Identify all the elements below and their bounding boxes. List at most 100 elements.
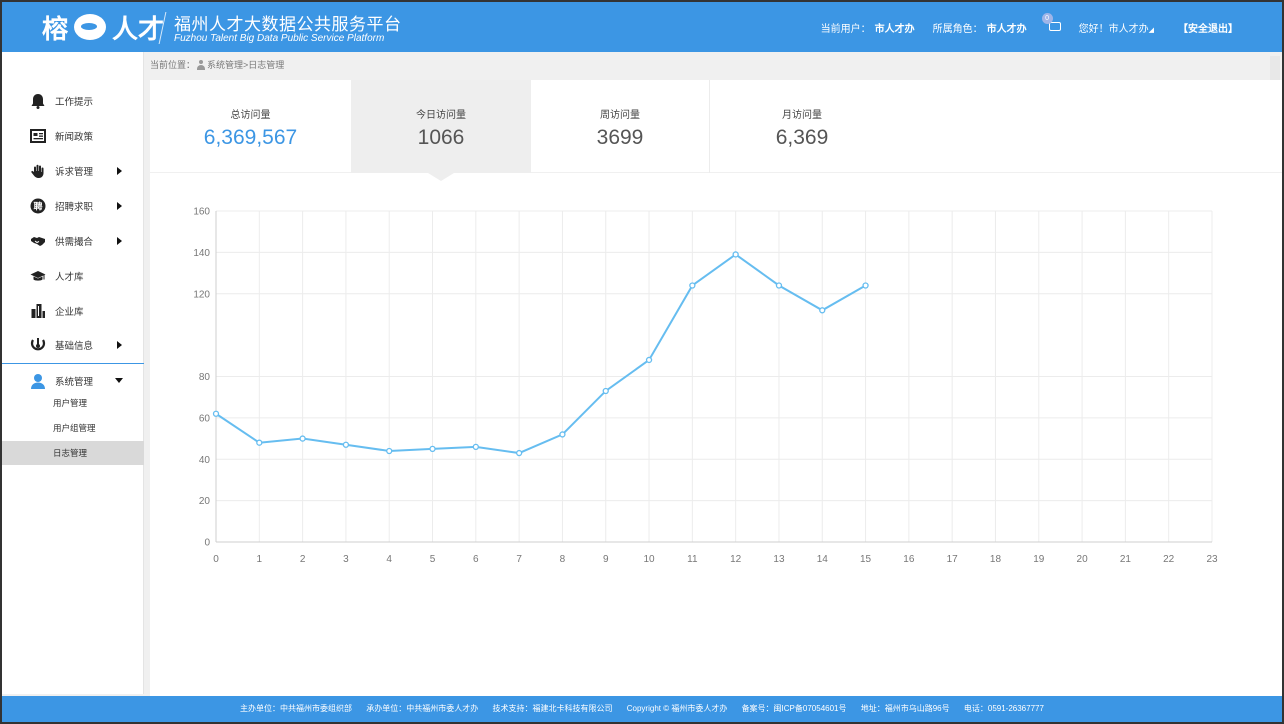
hand-icon: [30, 163, 46, 179]
stat-total-visits[interactable]: 总访问量 6,369,567: [150, 80, 351, 173]
x-tick-label: 10: [643, 554, 655, 565]
chevron-right-icon: [117, 202, 122, 210]
x-tick-label: 23: [1206, 554, 1218, 565]
person-icon: [196, 59, 206, 70]
footer: 主办单位：中共福州市委组织部 承办单位：中共福州市委人才办 技术支持：福建北卡科…: [2, 696, 1282, 722]
y-tick-label: 80: [199, 372, 211, 383]
sidebar: 工作提示 新闻政策 诉求管理 聘 招聘求职 供需撮合 人才库 企业库 基础信息 …: [2, 52, 144, 694]
handshake-icon: [30, 233, 46, 249]
breadcrumb: 当前位置： 系统管理>日志管理: [150, 58, 284, 71]
sidebar-subitem-user-group-management[interactable]: 用户组管理: [2, 416, 144, 440]
x-tick-label: 11: [687, 554, 698, 565]
stat-value: 6,369: [775, 126, 829, 149]
data-point: [559, 431, 566, 438]
sidebar-item-news-policy[interactable]: 新闻政策: [2, 119, 144, 153]
data-point: [602, 387, 609, 395]
chevron-right-icon: [117, 237, 122, 245]
top-header: 榕 人才 福州人才大数据公共服务平台 Fuzhou Talent Big Dat…: [2, 2, 1282, 52]
sidebar-subitem-log-management[interactable]: 日志管理: [2, 441, 144, 465]
building-icon: [30, 303, 46, 319]
sidebar-item-supply-demand[interactable]: 供需撮合: [2, 224, 144, 258]
stat-week-visits[interactable]: 周访问量 3699: [531, 80, 709, 173]
chevron-right-icon: [117, 341, 122, 349]
bell-icon: [30, 93, 46, 109]
footer-phone: 电话：0591-26367777: [963, 704, 1044, 713]
stat-value: 6,369,567: [203, 126, 298, 149]
sidebar-item-basic-info[interactable]: 基础信息: [2, 328, 144, 362]
graduation-cap-icon: [30, 268, 46, 284]
sidebar-subitem-user-management[interactable]: 用户管理: [2, 391, 144, 415]
stat-today-visits[interactable]: 今日访问量 1066: [351, 80, 531, 181]
logo-e-mark: [74, 14, 107, 40]
x-tick-label: 20: [1077, 554, 1089, 565]
sidebar-item-talent-pool[interactable]: 人才库: [2, 259, 144, 293]
stat-label: 月访问量: [782, 110, 822, 121]
y-tick-label: 20: [199, 496, 211, 507]
stat-value: 1066: [417, 126, 465, 149]
sidebar-item-label: 企业库: [55, 307, 84, 318]
x-tick-label: 0: [213, 554, 219, 565]
breadcrumb-prefix: 当前位置：: [150, 60, 196, 70]
sidebar-subitem-label: 用户管理: [53, 398, 88, 408]
site-logo[interactable]: 榕 人才: [42, 10, 164, 45]
footer-copyright: Copyright © 福州市委人才办: [626, 704, 728, 713]
platform-subtitle: Fuzhou Talent Big Data Public Service Pl…: [174, 33, 385, 44]
message-icon: [1048, 22, 1061, 31]
x-tick-label: 18: [990, 554, 1002, 565]
sidebar-item-label: 诉求管理: [55, 167, 94, 178]
logout-link[interactable]: 【安全退出】: [1178, 20, 1238, 35]
sidebar-item-label: 系统管理: [55, 376, 94, 388]
current-user-label: 当前用户：: [820, 23, 871, 35]
x-tick-label: 17: [947, 554, 959, 565]
message-button[interactable]: 0: [1041, 13, 1065, 35]
x-tick-label: 6: [473, 554, 479, 565]
sidebar-item-label: 工作提示: [55, 97, 94, 108]
stats-row: 总访问量 6,369,567 今日访问量 1066 周访问量 3699 月访问量…: [150, 80, 1282, 181]
greeting-text: 您好！市人才办: [1078, 23, 1149, 35]
x-tick-label: 16: [903, 554, 915, 565]
role-value: 市人才办: [986, 23, 1027, 35]
footer-host: 主办单位：中共福州市委组织部: [240, 704, 353, 713]
x-tick-label: 2: [300, 554, 306, 565]
stat-value: 3699: [596, 126, 644, 149]
user-menu[interactable]: 您好！市人才办◢: [1079, 20, 1154, 35]
svg-text:聘: 聘: [33, 201, 42, 213]
stat-month-visits[interactable]: 月访问量 6,369: [710, 80, 894, 173]
main-panel: 总访问量 6,369,567 今日访问量 1066 周访问量 3699 月访问量…: [150, 80, 1282, 696]
data-point: [342, 441, 350, 448]
x-tick-label: 12: [730, 554, 742, 565]
sidebar-subitem-label: 用户组管理: [53, 423, 96, 433]
sidebar-item-work-tips[interactable]: 工作提示: [2, 84, 144, 118]
x-tick-label: 13: [773, 554, 785, 565]
platform-title: 福州人才大数据公共服务平台: [174, 15, 402, 34]
message-count-badge: 0: [1041, 13, 1053, 24]
y-tick-label: 120: [193, 289, 210, 300]
footer-address: 地址：福州市乌山路96号: [860, 704, 950, 713]
sidebar-subitem-label: 日志管理: [53, 448, 88, 458]
sidebar-item-enterprise-pool[interactable]: 企业库: [2, 294, 144, 328]
sidebar-item-appeal[interactable]: 诉求管理: [2, 154, 144, 188]
data-point: [472, 443, 479, 450]
logo-left-text: 榕: [42, 14, 69, 45]
footer-support: 技术支持：福建北卡科技有限公司: [492, 704, 613, 713]
sidebar-item-recruitment[interactable]: 聘 招聘求职: [2, 189, 144, 223]
data-point: [256, 439, 263, 446]
current-user-value: 市人才办: [874, 23, 915, 35]
data-point: [515, 449, 523, 457]
sidebar-item-label: 基础信息: [55, 341, 94, 352]
data-point: [299, 435, 306, 442]
y-tick-label: 60: [199, 413, 211, 424]
sidebar-item-label: 人才库: [55, 272, 84, 283]
breadcrumb-path[interactable]: 系统管理>日志管理: [207, 58, 284, 71]
x-tick-label: 22: [1163, 554, 1175, 565]
y-tick-label: 140: [193, 248, 210, 259]
x-tick-label: 14: [817, 554, 829, 565]
data-point: [732, 251, 739, 258]
x-tick-label: 7: [516, 554, 522, 565]
role-label: 所属角色：: [932, 23, 983, 35]
scrollbar[interactable]: [1270, 56, 1280, 80]
y-tick-label: 40: [199, 455, 211, 466]
data-point: [212, 410, 220, 417]
x-tick-label: 21: [1120, 554, 1132, 565]
info-icon: [30, 337, 46, 353]
